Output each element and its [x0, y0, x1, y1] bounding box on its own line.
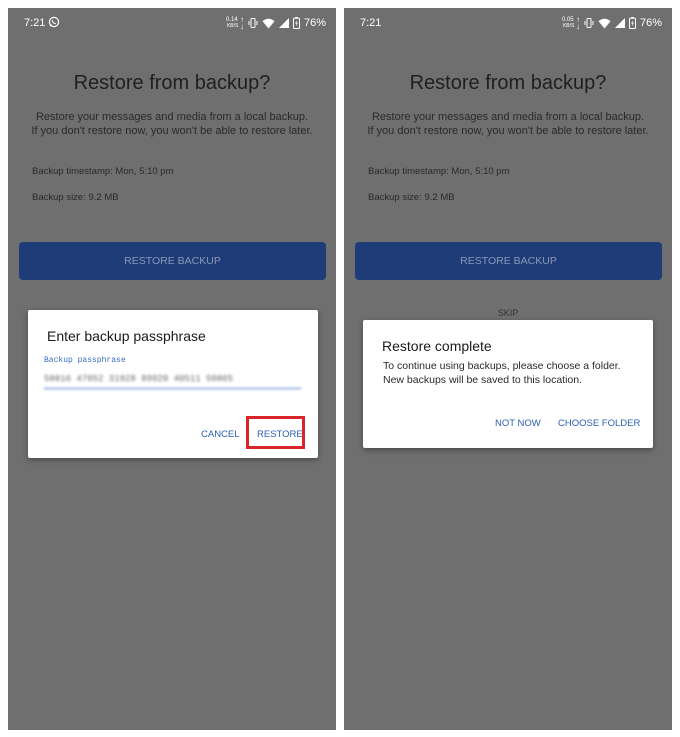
vibrate-icon — [248, 18, 258, 28]
dialog-title: Restore complete — [382, 338, 492, 354]
backup-size: Backup size: 9.2 MB — [368, 192, 455, 203]
restore-complete-dialog: Restore complete To continue using backu… — [363, 320, 653, 448]
signal-icon — [614, 18, 625, 28]
battery-icon — [628, 17, 636, 29]
data-arrows-icon: ↑ ↓ — [575, 15, 580, 31]
wifi-icon — [262, 18, 275, 28]
backup-size: Backup size: 9.2 MB — [32, 192, 119, 203]
description-line-1: Restore your messages and media from a l… — [35, 111, 309, 123]
dialog-message: To continue using backups, please choose… — [383, 360, 643, 387]
status-bar: 7:21 0.05 KB/S ↑ ↓ 76% — [344, 8, 672, 36]
description-line-2: If you don't restore now, you won't be a… — [31, 125, 313, 137]
choose-folder-button[interactable]: CHOOSE FOLDER — [558, 418, 640, 429]
whatsapp-icon — [48, 16, 60, 28]
restore-backup-button[interactable]: RESTORE BACKUP — [355, 242, 662, 280]
status-bar: 7:21 0.14 KB/S ↑ ↓ 76% — [8, 8, 336, 36]
battery-icon — [292, 17, 300, 29]
skip-button[interactable]: SKIP — [344, 308, 672, 318]
status-time: 7:21 — [24, 17, 46, 29]
network-speed: 0.14 KB/S ↑ ↓ — [225, 15, 244, 31]
not-now-button[interactable]: NOT NOW — [495, 418, 541, 429]
cancel-button[interactable]: CANCEL — [201, 429, 240, 440]
passphrase-input[interactable] — [44, 370, 301, 389]
description-line-1: Restore your messages and media from a l… — [371, 111, 645, 123]
battery-percent: 76% — [639, 17, 662, 29]
battery-percent: 76% — [303, 17, 326, 29]
vibrate-icon — [584, 18, 594, 28]
signal-icon — [278, 18, 289, 28]
phone-screen-right: 7:21 0.05 KB/S ↑ ↓ 76% Restore from back… — [344, 8, 672, 730]
backup-timestamp: Backup timestamp: Mon, 5:10 pm — [368, 166, 510, 177]
backup-timestamp: Backup timestamp: Mon, 5:10 pm — [32, 166, 174, 177]
page-title: Restore from backup? — [73, 72, 271, 94]
dialog-title: Enter backup passphrase — [47, 328, 206, 344]
network-speed: 0.05 KB/S ↑ ↓ — [561, 15, 580, 31]
page-title: Restore from backup? — [409, 72, 607, 94]
description-line-2: If you don't restore now, you won't be a… — [367, 125, 649, 137]
data-arrows-icon: ↑ ↓ — [239, 15, 244, 31]
wifi-icon — [598, 18, 611, 28]
passphrase-dialog: Enter backup passphrase Backup passphras… — [28, 310, 318, 458]
restore-description: Restore your messages and media from a l… — [8, 110, 336, 138]
restore-backup-button[interactable]: RESTORE BACKUP — [19, 242, 326, 280]
passphrase-field-label: Backup passphrase — [44, 356, 126, 365]
restore-button[interactable]: RESTORE — [257, 429, 303, 440]
message-line-2: New backups will be saved to this locati… — [383, 373, 583, 386]
message-line-1: To continue using backups, please choose… — [383, 360, 621, 372]
restore-description: Restore your messages and media from a l… — [344, 110, 672, 138]
status-time: 7:21 — [360, 17, 382, 29]
phone-screen-left: 7:21 0.14 KB/S ↑ ↓ 76% Restore from back… — [8, 8, 336, 730]
